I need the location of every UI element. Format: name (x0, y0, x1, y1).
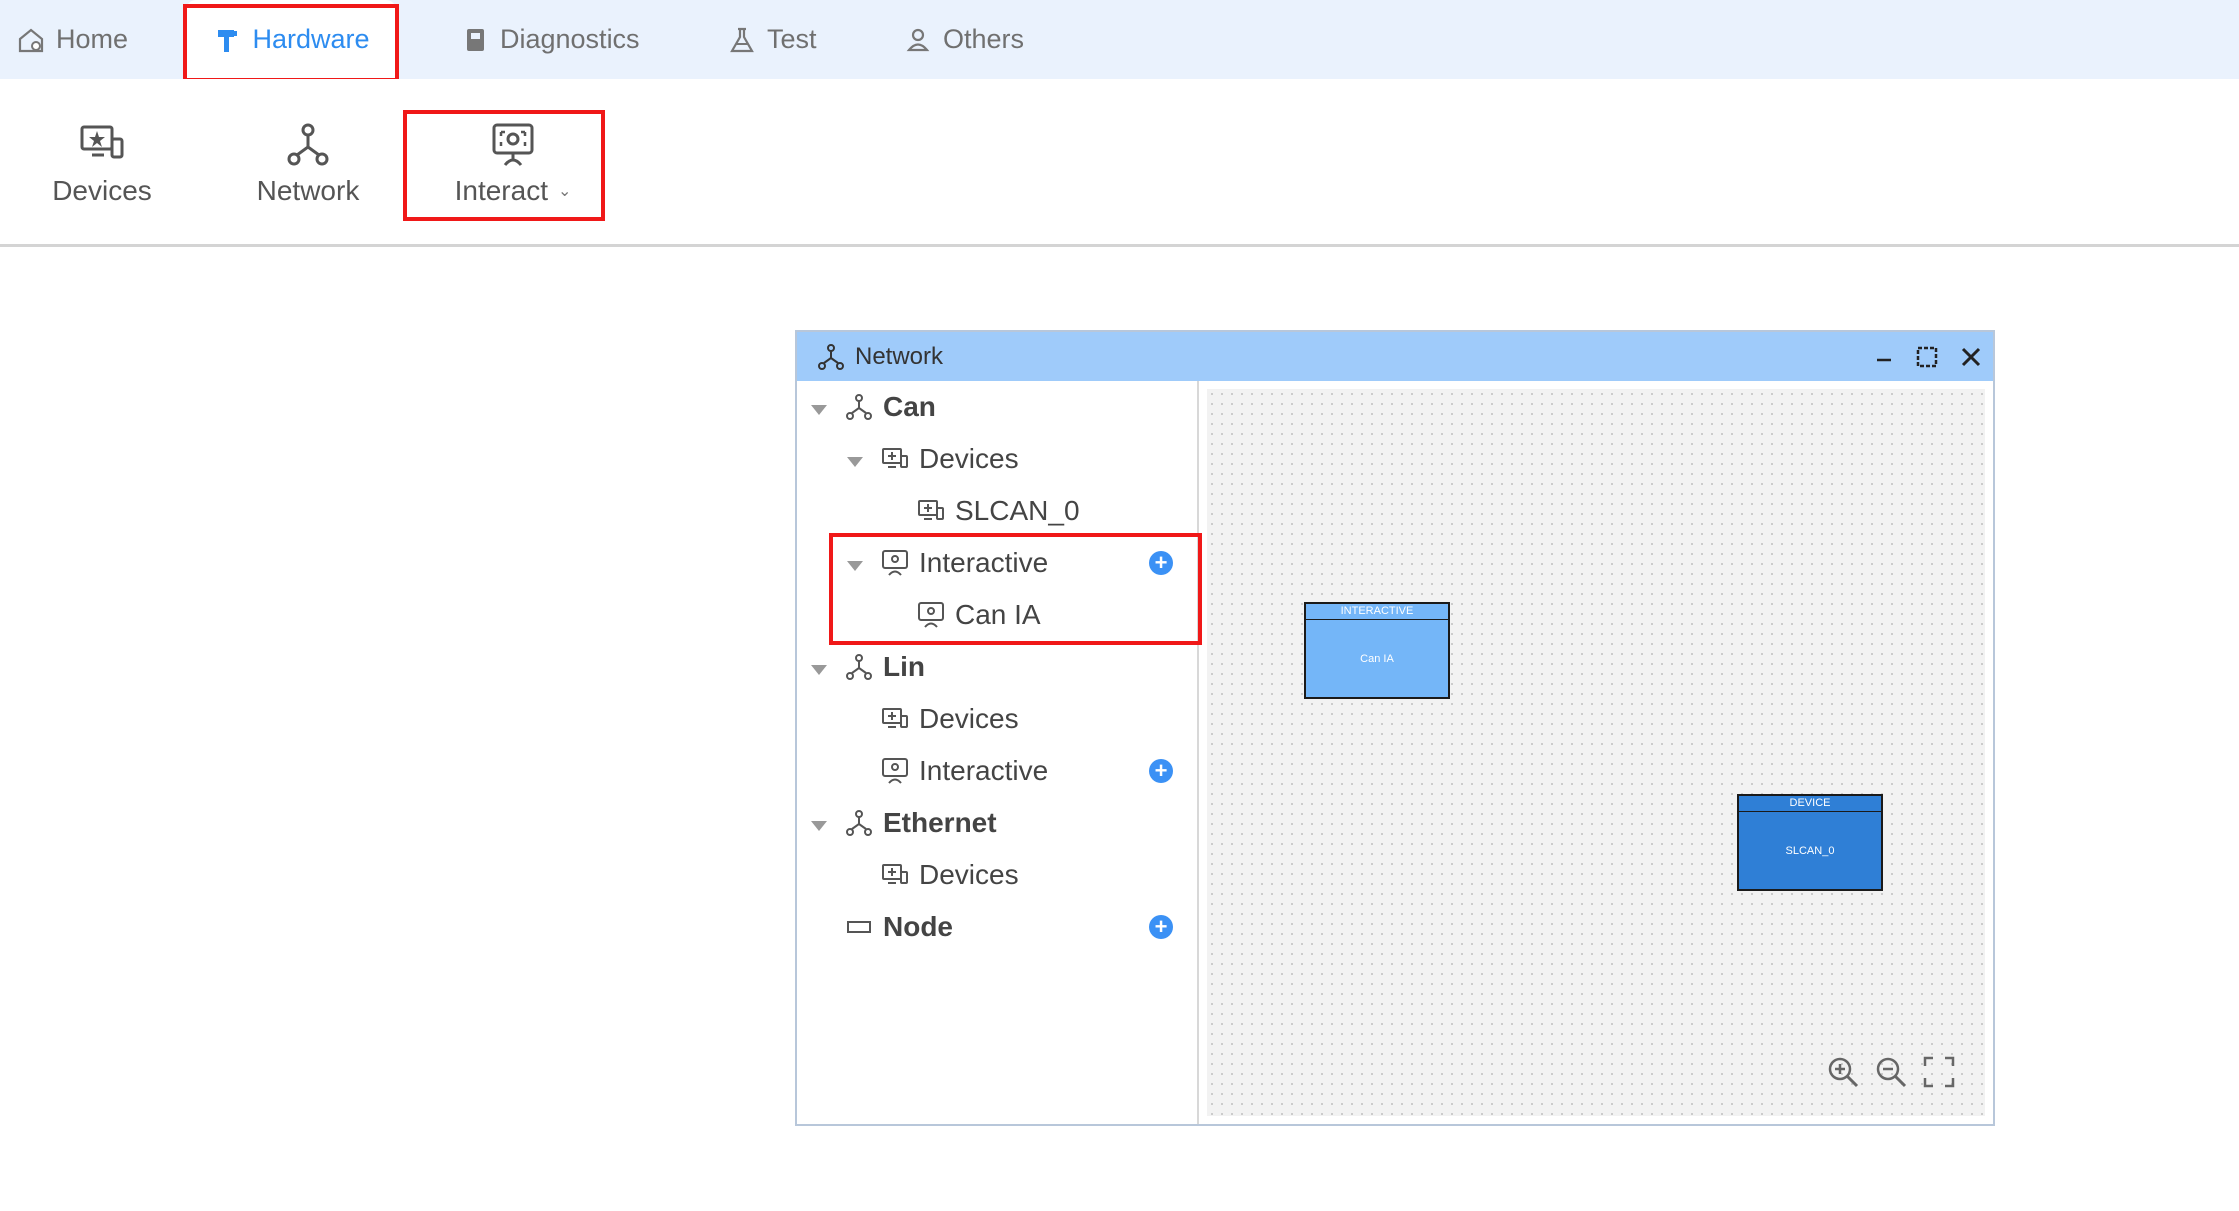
user-icon (906, 28, 930, 51)
tab-diagnostics-label: Diagnostics (500, 24, 640, 54)
tree-node-slcan[interactable]: SLCAN_0 (917, 485, 1080, 537)
network-button[interactable]: Network (218, 121, 398, 207)
tree-node-eth-devices-label: Devices (919, 859, 1019, 890)
rectangle-icon (847, 921, 871, 933)
minimize-icon (1877, 358, 1891, 362)
fullscreen-icon (1923, 1056, 1955, 1088)
top-menu-bar: Home Hardware Diagnostics Test Others (0, 0, 2239, 79)
tree-node-eth-devices[interactable]: Devices (881, 849, 1019, 901)
tree-node-can-devices-label: Devices (919, 443, 1019, 474)
network-icon (287, 123, 329, 166)
network-icon (846, 654, 872, 680)
zoom-out-icon (1876, 1057, 1907, 1088)
tree-node-lin-interactive-label: Interactive (919, 755, 1049, 786)
book-icon (467, 28, 484, 51)
tree-node-can-ia[interactable]: Can IA (917, 589, 1041, 641)
network-icon (846, 810, 872, 836)
tree-node-lin-interactive[interactable]: Interactive (881, 745, 1048, 797)
interact-button[interactable]: Interact ⌄ (423, 121, 603, 207)
interact-button-label-wrap: Interact ⌄ (455, 175, 572, 207)
add-lin-interactive-button[interactable]: + (1149, 759, 1173, 783)
network-icon (818, 343, 844, 370)
device-block-label: SLCAN_0 (1785, 844, 1835, 857)
window-title-bar[interactable]: Network (797, 332, 1993, 381)
tab-hardware-label: Hardware (252, 24, 370, 54)
interact-monitor-icon (918, 602, 944, 628)
interact-monitor-icon (882, 550, 908, 576)
expand-caret-lin[interactable] (811, 665, 827, 675)
home-icon (18, 28, 44, 52)
close-button[interactable] (1954, 340, 1988, 374)
network-tree: Can Devices SLCAN_0 Interactive + Can IA (797, 381, 1199, 1124)
tree-node-lin-devices[interactable]: Devices (881, 693, 1019, 745)
tree-node-ethernet[interactable]: Ethernet (845, 797, 997, 849)
maximize-icon (1916, 346, 1938, 368)
device-monitor-icon (882, 448, 908, 468)
tab-others-label: Others (943, 24, 1025, 54)
tab-diagnostics[interactable]: Diagnostics (460, 0, 640, 79)
devices-button[interactable]: Devices (12, 121, 192, 207)
tab-home[interactable]: Home (16, 0, 128, 79)
zoom-in-button[interactable] (1825, 1054, 1861, 1090)
ribbon-toolbar: Devices Network Interact ⌄ (0, 79, 2239, 247)
network-window: Network Can Devices SLCAN_0 Interactive … (795, 330, 1995, 1126)
add-node-button[interactable]: + (1149, 915, 1173, 939)
tree-node-can-label: Can (883, 391, 936, 422)
device-block-header: DEVICE (1739, 796, 1881, 812)
tree-node-slcan-label: SLCAN_0 (955, 495, 1080, 526)
chevron-down-icon: ⌄ (557, 183, 572, 200)
tab-hardware[interactable]: Hardware (186, 0, 396, 79)
tree-node-can-interactive-label: Interactive (919, 547, 1049, 578)
device-monitor-icon (80, 125, 124, 159)
add-can-interactive-button[interactable]: + (1149, 551, 1173, 575)
devices-button-label: Devices (52, 175, 152, 206)
expand-caret-can-interactive[interactable] (847, 561, 863, 571)
tree-node-lin[interactable]: Lin (845, 641, 925, 693)
device-monitor-icon (918, 500, 944, 520)
interact-monitor-icon (492, 123, 534, 166)
tree-node-node-label: Node (883, 911, 953, 942)
tree-node-node[interactable]: Node (845, 901, 953, 953)
fit-screen-button[interactable] (1921, 1054, 1957, 1090)
close-icon (1961, 347, 1981, 367)
tree-node-can[interactable]: Can (845, 381, 936, 433)
network-canvas[interactable]: INTERACTIVE Can IA DEVICE SLCAN_0 (1207, 389, 1985, 1116)
network-button-label: Network (256, 175, 360, 206)
device-monitor-icon (882, 864, 908, 884)
flask-icon (730, 27, 754, 52)
expand-caret-ethernet[interactable] (811, 821, 827, 831)
zoom-in-icon (1828, 1057, 1859, 1088)
interactive-block-label: Can IA (1360, 652, 1394, 665)
hammer-icon (218, 29, 238, 52)
tab-others[interactable]: Others (903, 0, 1024, 79)
tab-test-label: Test (767, 24, 817, 54)
device-block[interactable]: DEVICE SLCAN_0 (1737, 794, 1883, 891)
tree-node-ethernet-label: Ethernet (883, 807, 997, 838)
interact-button-label: Interact (454, 175, 548, 206)
window-title: Network (855, 342, 944, 370)
tree-node-can-ia-label: Can IA (955, 599, 1041, 630)
interactive-block-header: INTERACTIVE (1306, 604, 1448, 620)
minimize-button[interactable] (1867, 340, 1901, 374)
tree-node-lin-devices-label: Devices (919, 703, 1019, 734)
network-icon (846, 394, 872, 420)
expand-caret-can[interactable] (811, 405, 827, 415)
tree-node-can-devices[interactable]: Devices (881, 433, 1019, 485)
interactive-block[interactable]: INTERACTIVE Can IA (1304, 602, 1450, 699)
tree-node-lin-label: Lin (883, 651, 925, 682)
expand-caret-can-devices[interactable] (847, 457, 863, 467)
tab-test[interactable]: Test (727, 0, 817, 79)
device-monitor-icon (882, 708, 908, 728)
tree-node-can-interactive[interactable]: Interactive (881, 537, 1048, 589)
tab-home-label: Home (56, 24, 129, 54)
maximize-button[interactable] (1910, 340, 1944, 374)
zoom-out-button[interactable] (1873, 1054, 1909, 1090)
interact-monitor-icon (882, 758, 908, 784)
